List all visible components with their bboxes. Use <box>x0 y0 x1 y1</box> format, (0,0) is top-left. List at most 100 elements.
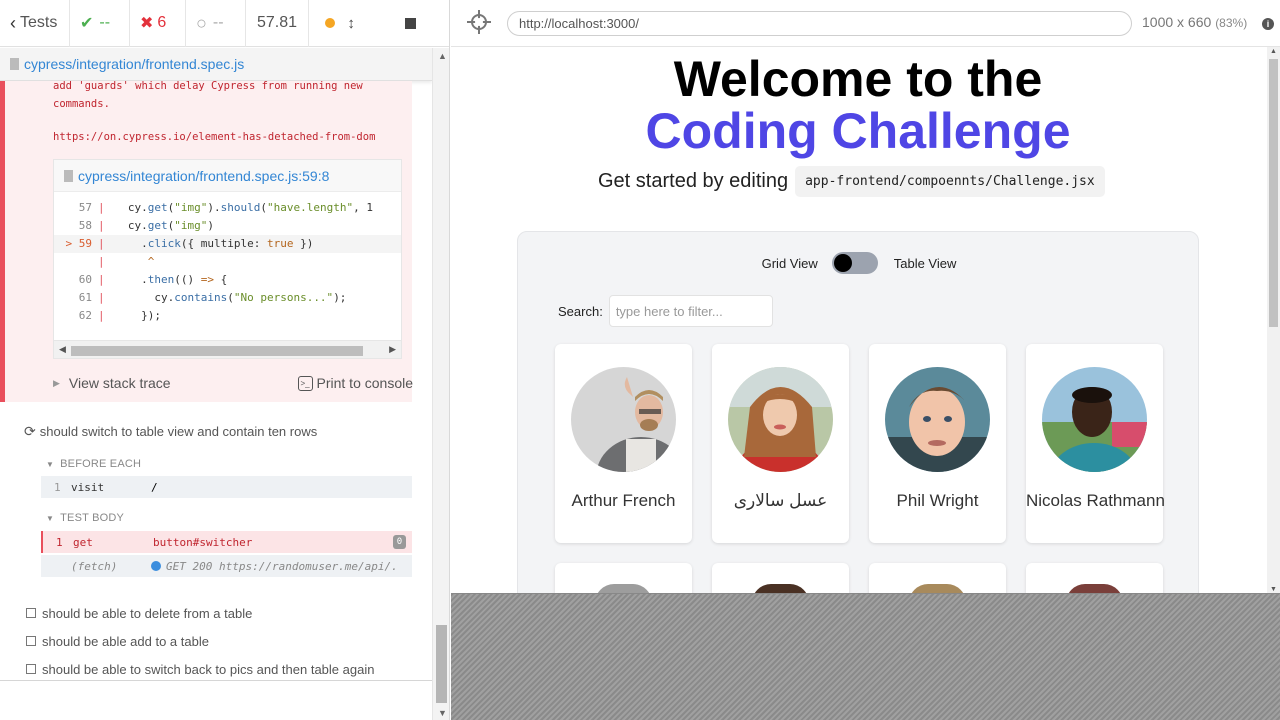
run-controls: ↕ <box>309 0 371 47</box>
scroll-right-icon[interactable]: ▶ <box>389 344 396 355</box>
code-frame-scrollbar[interactable]: ◀ ▶ <box>54 340 401 358</box>
info-icon[interactable]: i <box>1262 18 1274 30</box>
tests-label: Tests <box>20 14 58 31</box>
code-line: 61 | cy.contains("No persons..."); <box>78 291 347 304</box>
pending-value: -- <box>212 14 224 31</box>
scroll-thumb[interactable] <box>436 625 447 703</box>
hook-label: TEST BODY <box>60 512 125 524</box>
pending-square-icon <box>26 608 36 618</box>
check-icon: ✔ <box>80 15 94 32</box>
avatar[interactable] <box>1042 367 1147 472</box>
refresh-icon: ⟳ <box>24 423 36 439</box>
print-to-console-button[interactable]: >_ Print to console <box>297 375 413 391</box>
avatar[interactable] <box>752 584 809 593</box>
command-number: 1 <box>54 480 61 494</box>
table-view-label: Table View <box>893 255 957 271</box>
person-card[interactable]: عسل سالاری <box>712 344 849 543</box>
code-frame-header[interactable]: cypress/integration/frontend.spec.js:59:… <box>54 160 401 192</box>
scroll-thumb[interactable] <box>1269 59 1278 327</box>
passed-value: -- <box>99 14 111 31</box>
command-row-visit[interactable]: 1 visit / <box>41 476 412 498</box>
url-bar[interactable]: http://localhost:3000/ <box>507 11 1132 36</box>
running-indicator-icon <box>325 18 336 28</box>
scroll-left-icon[interactable]: ◀ <box>59 344 66 355</box>
app-scrollbar[interactable]: ▲ ▼ <box>1267 47 1280 593</box>
tests-button[interactable]: ‹ Tests <box>0 0 70 47</box>
error-message-line: add 'guards' which delay Cypress from ru… <box>53 81 363 92</box>
code-frame-file-link[interactable]: cypress/integration/frontend.spec.js:59:… <box>78 168 329 184</box>
subtitle-text: Get started by editing <box>598 170 789 192</box>
code-line: 62 | }); <box>78 309 161 322</box>
command-message: GET 200 https://randomuser.me/api/... <box>151 560 396 573</box>
person-card[interactable] <box>555 563 692 593</box>
pending-square-icon <box>26 664 36 674</box>
pending-test[interactable]: should be able to switch back to pics an… <box>26 655 374 680</box>
error-docs-link[interactable]: https://on.cypress.io/element-has-detach… <box>53 131 375 143</box>
pending-test-title: should be able add to a table <box>42 633 209 649</box>
auto-scroll-icon[interactable]: ↕ <box>347 15 355 32</box>
person-card[interactable]: Phil Wright <box>869 344 1006 543</box>
avatar[interactable] <box>595 584 652 593</box>
avatar[interactable] <box>571 367 676 472</box>
scroll-thumb[interactable] <box>71 346 363 356</box>
view-stack-trace-button[interactable]: ▶ View stack trace <box>53 375 171 391</box>
avatar[interactable] <box>1066 584 1123 593</box>
divider <box>0 680 432 681</box>
app-iframe: Welcome to the Coding Challenge Get star… <box>451 47 1280 594</box>
selector-playground-icon[interactable] <box>467 10 491 34</box>
code-line: 58 | cy.get("img") <box>78 219 214 232</box>
cross-icon: ✖ <box>140 15 154 32</box>
pending-tests: should be able to delete from a table sh… <box>26 599 374 680</box>
person-card[interactable]: Arthur French <box>555 344 692 543</box>
command-name: visit <box>71 480 105 494</box>
subtitle: Get started by editing app-frontend/comp… <box>598 166 1105 197</box>
command-number: 1 <box>56 535 63 549</box>
code-frame: cypress/integration/frontend.spec.js:59:… <box>53 159 402 359</box>
avatar[interactable] <box>728 367 833 472</box>
avatar[interactable] <box>885 367 990 472</box>
command-row-fetch[interactable]: (fetch) GET 200 https://randomuser.me/ap… <box>41 555 412 577</box>
scroll-up-icon[interactable]: ▲ <box>438 51 447 61</box>
pending-test-title: should be able to switch back to pics an… <box>42 661 375 677</box>
search-label: Search: <box>558 303 603 319</box>
viewport-scale: (83%) <box>1215 16 1248 30</box>
command-message: / <box>151 480 158 494</box>
scroll-down-icon[interactable]: ▼ <box>438 708 447 718</box>
reporter-panel: ‹ Tests ✔ -- ✖ 6 ○ -- 57.81 ↕ cypress/in… <box>0 0 450 720</box>
person-card[interactable]: Nicolas Rathmann <box>1026 344 1165 543</box>
view-stack-trace-label: View stack trace <box>68 375 171 391</box>
scroll-down-icon[interactable]: ▼ <box>1270 586 1277 593</box>
command-message: button#switcher <box>153 535 253 549</box>
pending-square-icon <box>26 636 36 646</box>
person-card[interactable] <box>869 563 1006 593</box>
code-line: 57 | cy.get("img").should("have.length", … <box>78 201 373 214</box>
view-switcher-toggle[interactable] <box>831 252 878 274</box>
command-row-get[interactable]: 1 get button#switcher 0 <box>41 531 412 553</box>
error-message: add 'guards' which delay Cypress from ru… <box>53 81 413 113</box>
pending-test[interactable]: should be able to delete from a table <box>26 599 374 627</box>
search-input[interactable] <box>608 295 773 327</box>
spec-file-link[interactable]: cypress/integration/frontend.spec.js <box>24 56 244 72</box>
failed-value: 6 <box>157 14 167 31</box>
person-name: Arthur French <box>571 491 676 510</box>
command-name: (fetch) <box>71 559 118 573</box>
aut-header: http://localhost:3000/ 1000 x 660 (83%) … <box>451 0 1280 47</box>
person-card[interactable] <box>1026 563 1163 593</box>
person-card[interactable] <box>712 563 849 593</box>
before-each-hook[interactable]: ▼ BEFORE EACH <box>46 458 141 470</box>
person-name: Phil Wright <box>896 491 979 510</box>
code-line: 60 | .then(() => { <box>78 273 228 286</box>
test-body-hook[interactable]: ▼ TEST BODY <box>46 512 124 524</box>
scroll-up-icon[interactable]: ▲ <box>1270 48 1277 55</box>
grid-view-label: Grid View <box>761 255 818 271</box>
reporter-scrollbar[interactable]: ▲ ▼ <box>432 48 449 720</box>
test-title-running[interactable]: ⟳ should switch to table view and contai… <box>24 423 317 440</box>
page-title: Welcome to the <box>673 51 1043 107</box>
stop-button[interactable] <box>371 0 449 47</box>
chevron-left-icon: ‹ <box>10 12 16 33</box>
passed-count: ✔ -- <box>70 0 130 47</box>
avatar[interactable] <box>909 584 966 593</box>
pending-test[interactable]: should be able add to a table <box>26 627 374 655</box>
triangle-right-icon: ▶ <box>53 377 60 388</box>
spec-file-bar[interactable]: cypress/integration/frontend.spec.js <box>0 48 432 81</box>
